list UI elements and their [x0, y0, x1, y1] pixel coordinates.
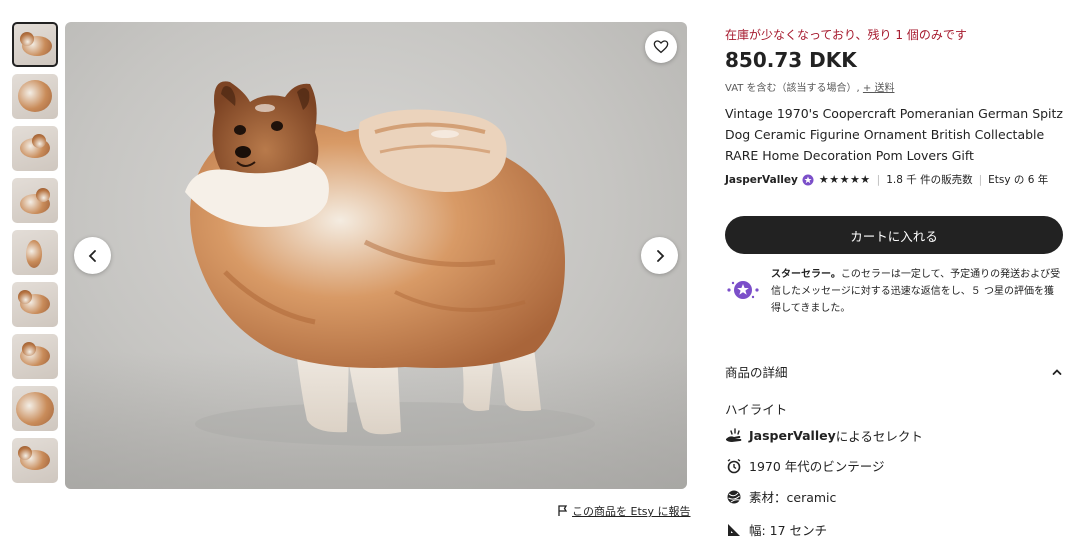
main-product-image[interactable]	[65, 22, 687, 489]
report-item-label: この商品を Etsy に報告	[572, 505, 691, 518]
sales-count: 1.8 千 件の販売数	[886, 174, 973, 186]
product-title: Vintage 1970's Coopercraft Pomeranian Ge…	[725, 106, 1063, 163]
price: 850.73 DKK	[725, 48, 857, 72]
thumbnail-8[interactable]	[12, 386, 58, 431]
thumbnail-1[interactable]	[12, 22, 58, 67]
curated-suffix: によるセレクト	[835, 429, 923, 444]
curator-name[interactable]: JasperValley	[749, 428, 836, 443]
star-seller-small-icon	[802, 174, 814, 185]
star-seller-text: スターセラー。このセラーは一定して、予定通りの発送および受信したメッセージに対す…	[761, 266, 1063, 317]
highlight-curated: JasperValley によるセレクト	[725, 426, 923, 445]
chevron-right-icon	[656, 249, 664, 262]
ruler-icon	[728, 523, 740, 536]
star-seller-box: スターセラー。このセラーは一定して、予定通りの発送および受信したメッセージに対す…	[725, 266, 1065, 317]
item-details-label: 商品の詳細	[725, 365, 788, 380]
star-seller-title: スターセラー。	[771, 269, 841, 280]
thumbnail-9[interactable]	[12, 438, 58, 483]
highlights-title: ハイライト	[725, 402, 788, 417]
shop-tenure: Etsy の 6 年	[988, 174, 1049, 186]
seller-name[interactable]: JasperValley	[725, 174, 798, 186]
thumbnail-4[interactable]	[12, 178, 58, 223]
thumbnail-3[interactable]	[12, 126, 58, 171]
yarn-icon	[727, 490, 741, 503]
highlight-material: 素材：ceramic	[725, 487, 836, 506]
width-text: 幅: 17 センチ	[749, 523, 828, 538]
thumbnail-2[interactable]	[12, 74, 58, 119]
vat-text: VAT を含む（該当する場合）,	[725, 83, 860, 94]
thumbnail-7[interactable]	[12, 334, 58, 379]
add-to-cart-button[interactable]: カートに入れる	[725, 216, 1063, 254]
divider: |	[978, 173, 983, 186]
pomeranian-figurine-image	[185, 81, 595, 446]
thumbnail-strip	[12, 22, 60, 488]
stock-notice: 在庫が少なくなっており、残り 1 個のみです	[725, 28, 967, 42]
next-image-button[interactable]	[641, 237, 678, 274]
material-text: 素材：ceramic	[749, 490, 837, 505]
item-details-toggle[interactable]: 商品の詳細	[725, 362, 1063, 381]
hand-icon	[726, 427, 742, 442]
highlight-width: 幅: 17 センチ	[725, 520, 827, 539]
report-item-link[interactable]: この商品を Etsy に報告	[557, 503, 691, 519]
chevron-left-icon	[88, 249, 96, 262]
flag-icon	[558, 505, 568, 516]
favorite-button[interactable]	[645, 31, 677, 63]
divider: |	[876, 173, 881, 186]
thumbnail-6[interactable]	[12, 282, 58, 327]
vintage-text: 1970 年代のビンテージ	[749, 459, 885, 474]
star-seller-badge-icon	[727, 281, 759, 299]
vat-note: VAT を含む（該当する場合）, + 送料	[725, 79, 894, 94]
thumbnail-5[interactable]	[12, 230, 58, 275]
highlight-vintage: 1970 年代のビンテージ	[725, 456, 885, 475]
shipping-link[interactable]: + 送料	[863, 83, 895, 94]
previous-image-button[interactable]	[74, 237, 111, 274]
chevron-up-icon	[1052, 368, 1062, 375]
clock-icon	[727, 458, 741, 473]
heart-icon	[653, 40, 669, 54]
rating-stars[interactable]: ★★★★★	[819, 173, 871, 186]
seller-row: JasperValley ★★★★★ | 1.8 千 件の販売数 | Etsy …	[725, 172, 1048, 187]
